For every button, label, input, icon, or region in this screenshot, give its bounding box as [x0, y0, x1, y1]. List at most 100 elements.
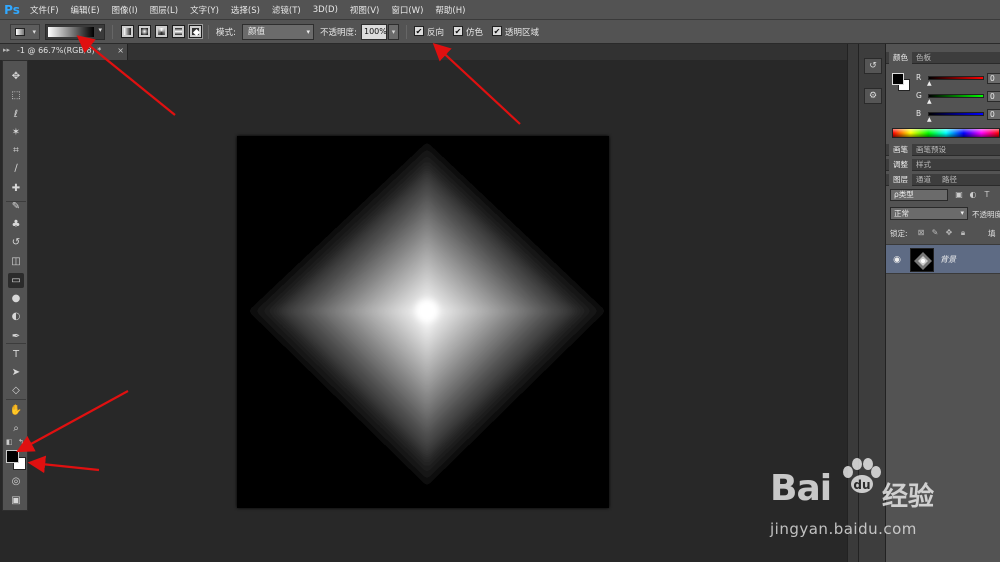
tab-brush[interactable]: 画笔 — [889, 144, 912, 156]
dither-checkbox[interactable]: ✔ — [453, 26, 463, 36]
green-value[interactable]: 0 — [987, 91, 1000, 102]
document-tab[interactable]: ▸▸ -1 @ 66.7%(RGB/8) * × — [0, 44, 128, 60]
gradient-tool-icon[interactable]: ▭ — [8, 273, 24, 288]
history-brush-tool-icon[interactable]: ↺ — [8, 235, 24, 250]
tab-brush-presets[interactable]: 画笔预设 — [912, 144, 950, 156]
clone-stamp-tool-icon[interactable]: ♣ — [8, 217, 24, 232]
path-selection-tool-icon[interactable]: ➤ — [8, 365, 24, 380]
dodge-tool-icon[interactable]: ◐ — [8, 309, 24, 324]
radial-gradient-button[interactable] — [138, 25, 151, 38]
tab-channels[interactable]: 通道 — [912, 174, 935, 186]
slider-handle-icon[interactable]: ▲ — [927, 80, 932, 87]
brush-panel-tabs: 画笔 画笔预设 — [886, 144, 1000, 156]
default-colors-icon[interactable]: ◧ — [6, 438, 13, 446]
eye-icon[interactable]: ◉ — [892, 255, 902, 265]
blue-track[interactable] — [928, 112, 984, 116]
green-slider[interactable]: G ▲ 0 — [916, 91, 1000, 105]
red-label: R — [916, 73, 922, 82]
close-icon[interactable]: × — [117, 46, 124, 55]
tab-layers[interactable]: 图层 — [889, 174, 912, 186]
transparency-checkbox[interactable]: ✔ — [492, 26, 502, 36]
eraser-tool-icon[interactable]: ◫ — [8, 254, 24, 269]
swap-colors-icon[interactable]: ↰ — [18, 438, 24, 446]
slider-handle-icon[interactable]: ▲ — [927, 116, 932, 123]
marquee-tool-icon[interactable]: ⬚ — [8, 88, 24, 103]
layer-row-background[interactable]: ◉ 背景 — [886, 244, 1000, 274]
lock-all-icon[interactable]: 🔒︎ — [958, 228, 968, 238]
tab-adjustments[interactable]: 调整 — [889, 159, 912, 171]
lock-row: 锁定: ⊠ ✎ ✥ 🔒︎ 填 — [886, 226, 1000, 240]
document-canvas[interactable] — [237, 136, 609, 508]
menu-window[interactable]: 窗口(W) — [385, 4, 429, 16]
menu-edit[interactable]: 编辑(E) — [65, 4, 106, 16]
menu-filter[interactable]: 滤镜(T) — [266, 4, 307, 16]
tab-paths[interactable]: 路径 — [938, 174, 961, 186]
pen-tool-icon[interactable]: ✒ — [8, 329, 24, 344]
lasso-tool-icon[interactable]: ℓ — [8, 107, 24, 122]
menu-layer[interactable]: 图层(L) — [144, 4, 184, 16]
angle-gradient-button[interactable] — [155, 25, 168, 38]
type-filter-icon[interactable]: T — [982, 190, 992, 200]
collapse-toolbox-icon[interactable]: ▸▸ — [3, 46, 10, 54]
color-spectrum-bar[interactable] — [892, 128, 1000, 138]
green-track[interactable] — [928, 94, 984, 98]
blur-tool-icon[interactable]: ● — [8, 291, 24, 306]
blue-value[interactable]: 0 — [987, 109, 1000, 120]
lock-transparent-icon[interactable]: ⊠ — [916, 228, 926, 238]
menu-type[interactable]: 文字(Y) — [184, 4, 225, 16]
lock-position-icon[interactable]: ✥ — [944, 228, 954, 238]
shape-tool-icon[interactable]: ◇ — [8, 383, 24, 398]
foreground-color-swatch[interactable] — [6, 450, 19, 463]
toolbox-divider — [6, 399, 26, 400]
adjustment-filter-icon[interactable]: ◐ — [968, 190, 978, 200]
reverse-label: 反向 — [427, 28, 445, 38]
panel-foreground-swatch[interactable] — [892, 73, 904, 85]
green-label: G — [916, 91, 922, 100]
blue-label: B — [916, 109, 922, 118]
screen-mode-icon[interactable]: ▣ — [8, 493, 24, 508]
transparency-label: 透明区域 — [505, 28, 540, 38]
chevron-down-icon: ▾ — [960, 209, 964, 217]
blue-slider[interactable]: B ▲ 0 — [916, 109, 1000, 123]
tab-styles[interactable]: 样式 — [912, 159, 935, 171]
reflected-gradient-button[interactable] — [172, 25, 185, 38]
healing-brush-tool-icon[interactable]: ✚ — [8, 181, 24, 196]
menu-view[interactable]: 视图(V) — [344, 4, 385, 16]
red-value[interactable]: 0 — [987, 73, 1000, 84]
opacity-dropdown-button[interactable]: ▾ — [388, 24, 399, 40]
menu-image[interactable]: 图像(I) — [106, 4, 144, 16]
red-track[interactable] — [928, 76, 984, 80]
hand-tool-icon[interactable]: ✋ — [8, 403, 24, 418]
slider-handle-icon[interactable]: ▲ — [927, 98, 932, 105]
menu-3d[interactable]: 3D(D) — [307, 5, 344, 15]
opacity-input[interactable]: 100% — [361, 24, 387, 40]
reverse-checkbox[interactable]: ✔ — [414, 26, 424, 36]
menu-help[interactable]: 帮助(H) — [429, 4, 471, 16]
diamond-gradient-button[interactable] — [188, 24, 203, 39]
quick-mask-icon[interactable]: ◎ — [8, 474, 24, 489]
image-filter-icon[interactable]: ▣ — [954, 190, 964, 200]
tool-preset-picker[interactable]: ▾ — [10, 24, 40, 40]
linear-gradient-button[interactable] — [121, 25, 134, 38]
eyedropper-tool-icon[interactable]: ∕ — [8, 161, 24, 176]
zoom-tool-icon[interactable]: ⌕ — [8, 421, 24, 436]
mode-select[interactable]: 颜值 ▾ — [242, 24, 314, 40]
move-tool-icon[interactable]: ✥ — [8, 69, 24, 84]
opacity-label: 不透明度: — [320, 28, 357, 38]
properties-panel-icon[interactable]: ⚙ — [864, 88, 882, 104]
toolbox: ✥ ⬚ ℓ ✶ ⌗ ∕ ✚ ✎ ♣ ↺ ◫ ▭ ● ◐ ✒ T ➤ ◇ ✋ ⌕ ◧ ↰ ◎ ▣ — [2, 60, 28, 511]
menu-file[interactable]: 文件(F) — [24, 4, 65, 16]
crop-tool-icon[interactable]: ⌗ — [8, 143, 24, 158]
layer-thumbnail — [910, 248, 934, 272]
type-tool-icon[interactable]: T — [8, 347, 24, 362]
history-panel-icon[interactable]: ↺ — [864, 58, 882, 74]
layers-panel-tabs: 图层 通道 路径 — [886, 174, 1000, 186]
lock-pixels-icon[interactable]: ✎ — [930, 228, 940, 238]
menu-select[interactable]: 选择(S) — [225, 4, 266, 16]
red-slider[interactable]: R ▲ 0 — [916, 73, 1000, 87]
blend-mode-select[interactable]: 正常 ▾ — [890, 207, 968, 220]
fill-label: 填 — [988, 229, 996, 238]
magic-wand-tool-icon[interactable]: ✶ — [8, 125, 24, 140]
gradient-picker[interactable]: ▾ — [45, 24, 105, 40]
layer-filter-select[interactable]: ρ类型 — [890, 189, 948, 201]
